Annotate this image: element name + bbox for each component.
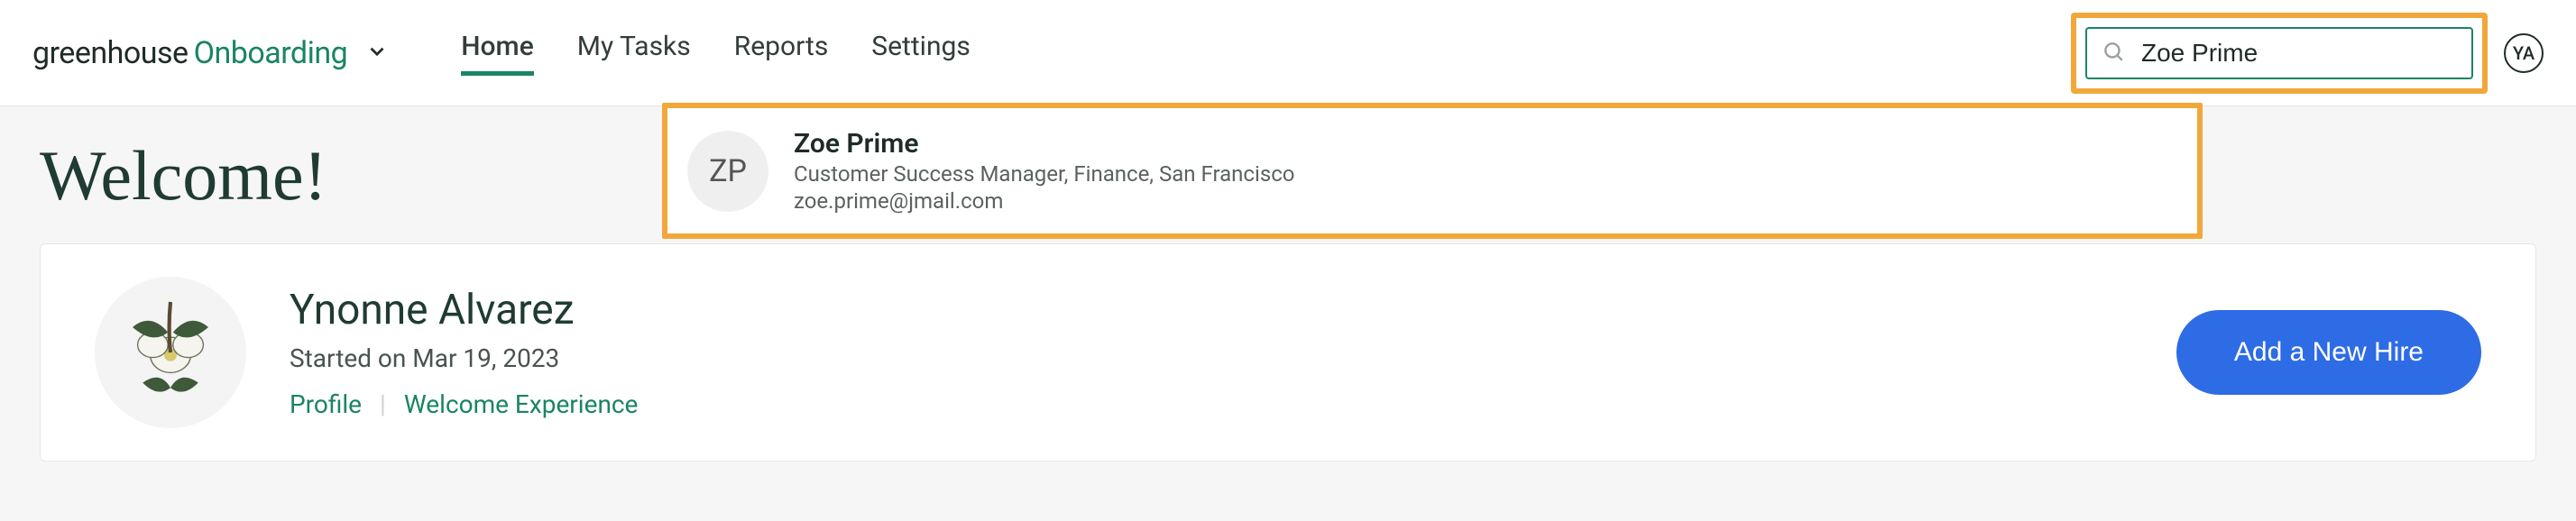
new-hire-card: Ynonne Alvarez Started on Mar 19, 2023 P… (40, 243, 2536, 462)
result-text: Zoe Prime Customer Success Manager, Fina… (794, 128, 1294, 214)
brand-word-two: Onboarding (194, 35, 348, 71)
employee-links: Profile | Welcome Experience (290, 389, 638, 419)
chevron-down-icon (365, 40, 389, 63)
app-header: greenhouse Onboarding Home My Tasks Repo… (0, 0, 2576, 106)
nav-my-tasks[interactable]: My Tasks (577, 31, 691, 76)
employee-name: Ynonne Alvarez (290, 286, 638, 334)
search-container (2085, 27, 2473, 79)
flower-icon (107, 289, 234, 416)
result-name: Zoe Prime (794, 128, 1294, 160)
nav-home[interactable]: Home (461, 31, 534, 76)
welcome-experience-link[interactable]: Welcome Experience (404, 389, 639, 419)
search-result-row[interactable]: ZP Zoe Prime Customer Success Manager, F… (666, 106, 2199, 235)
current-user-avatar[interactable]: YA (2504, 33, 2544, 73)
employee-avatar (95, 277, 246, 428)
employee-info: Ynonne Alvarez Started on Mar 19, 2023 P… (290, 286, 638, 419)
nav-settings[interactable]: Settings (871, 31, 971, 76)
primary-nav: Home My Tasks Reports Settings (461, 31, 971, 76)
brand-switcher[interactable]: greenhouse Onboarding (32, 35, 389, 71)
result-avatar: ZP (687, 131, 768, 212)
add-new-hire-button[interactable]: Add a New Hire (2176, 310, 2481, 395)
employee-start-date: Started on Mar 19, 2023 (290, 343, 638, 373)
profile-link[interactable]: Profile (290, 389, 362, 419)
nav-reports[interactable]: Reports (734, 31, 829, 76)
divider: | (380, 389, 386, 419)
search-input[interactable] (2141, 39, 2467, 68)
result-email: zoe.prime@jmail.com (794, 188, 1294, 214)
search-results-dropdown: ZP Zoe Prime Customer Success Manager, F… (666, 106, 2199, 235)
brand-word-one: greenhouse (32, 35, 189, 71)
search-box[interactable] (2085, 27, 2473, 79)
result-meta: Customer Success Manager, Finance, San F… (794, 161, 1294, 187)
search-icon (2102, 40, 2125, 67)
